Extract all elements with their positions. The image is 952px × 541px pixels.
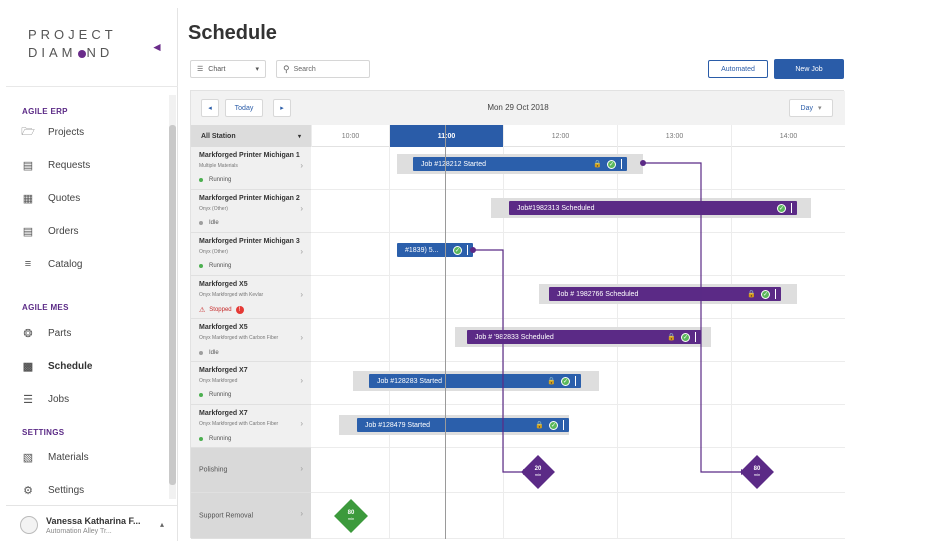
search-placeholder: Search <box>293 65 316 73</box>
folder-icon: 🗁 <box>21 125 35 138</box>
logo-text-a: DIAM <box>28 45 77 60</box>
caret-down-icon: ▾ <box>255 66 259 73</box>
milestone-diamond[interactable]: 80 min <box>740 455 774 489</box>
time-cell[interactable]: 13:00 <box>617 125 731 147</box>
current-time-line <box>445 125 446 539</box>
sidebar-item-label: Settings <box>48 484 85 496</box>
sidebar-item-label: Projects <box>48 126 85 138</box>
section-title-agile-mes: AGILE MES <box>22 303 69 312</box>
materials-icon: ▧ <box>22 451 34 464</box>
sidebar-item-quotes[interactable]: ▦ Quotes <box>22 187 162 209</box>
range-select-value: Day <box>800 104 813 112</box>
milestone-diamond[interactable]: 80 min <box>334 499 368 533</box>
time-cell[interactable]: 10:00 <box>311 125 389 147</box>
user-menu[interactable]: Vanessa Katharina F... Automation Alley … <box>6 505 178 541</box>
sidebar-item-orders[interactable]: ▤ Orders <box>22 220 162 242</box>
section-title-settings: SETTINGS <box>22 428 65 437</box>
sidebar-item-parts[interactable]: ❂ Parts <box>22 322 162 344</box>
milestone-unit: min <box>347 516 355 521</box>
list-icon: ☰ <box>197 66 204 73</box>
sidebar-item-requests[interactable]: ▤ Requests <box>22 154 162 176</box>
view-select[interactable]: ☰ Chart ▾ <box>190 60 266 78</box>
time-cell-current[interactable]: 11:00 <box>389 125 503 147</box>
sidebar-item-label: Jobs <box>48 393 70 405</box>
gear-icon: ⚙ <box>23 484 33 497</box>
sidebar-item-label: Parts <box>48 327 72 339</box>
sidebar-scrollbar[interactable] <box>169 95 176 499</box>
avatar <box>20 516 38 534</box>
time-cell[interactable]: 14:00 <box>731 125 845 147</box>
caret-down-icon: ▾ <box>817 105 822 112</box>
sidebar-item-label: Orders <box>48 225 79 237</box>
automated-button[interactable]: Automated <box>708 60 768 78</box>
logo-line-2: DIAM ND <box>28 44 138 62</box>
time-header: 10:00 11:00 12:00 13:00 14:00 <box>311 125 845 147</box>
sidebar-item-label: Schedule <box>48 360 93 372</box>
jobs-icon: ☰ <box>23 393 33 406</box>
milestone-unit: min <box>534 472 542 477</box>
sidebar-item-label: Quotes <box>48 192 81 204</box>
sidebar-item-label: Catalog <box>48 258 83 270</box>
current-date: Mon 29 Oct 2018 <box>487 103 549 112</box>
logo-text-b: ND <box>86 45 114 60</box>
sidebar-item-catalog[interactable]: ≡ Catalog <box>22 253 162 275</box>
section-title-agile-erp: AGILE ERP <box>22 107 68 116</box>
station-filter-value: All Station <box>201 132 236 140</box>
sidebar-item-materials[interactable]: ▧ Materials <box>22 446 162 468</box>
sidebar-item-settings[interactable]: ⚙ Settings <box>22 479 162 501</box>
chevron-up-icon[interactable]: ▴ <box>160 520 164 529</box>
app-logo[interactable]: PROJECT DIAM ND <box>28 26 138 62</box>
catalog-icon: ≡ <box>24 258 32 270</box>
calendar-icon: ▩ <box>22 360 34 373</box>
caret-down-icon: ▾ <box>297 133 301 140</box>
orders-icon: ▤ <box>22 225 34 238</box>
page-title: Schedule <box>188 22 277 44</box>
view-select-value: Chart <box>208 65 226 73</box>
milestone-diamond[interactable]: 20 min <box>521 455 555 489</box>
collapse-sidebar-icon[interactable]: ◄ <box>151 40 165 54</box>
new-job-button[interactable]: New Job <box>774 59 844 79</box>
user-name: Vanessa Katharina F... <box>46 516 141 526</box>
dependency-line <box>643 162 741 473</box>
parts-icon: ❂ <box>23 327 33 340</box>
scheduler-toolbar: ◂ Today ▸ Mon 29 Oct 2018 Day ▾ <box>191 91 845 125</box>
sidebar-item-label: Materials <box>48 451 89 463</box>
quote-icon: ▦ <box>22 192 34 205</box>
diamond-gem-icon <box>77 49 86 58</box>
range-select[interactable]: Day ▾ <box>789 99 833 117</box>
dependency-line <box>473 249 523 473</box>
schedule-rows: Markforged Printer Michigan 1 Multiple M… <box>191 147 845 539</box>
logo-line-1: PROJECT <box>28 27 117 42</box>
dependency-start <box>640 160 646 166</box>
search-icon: ⚲ <box>283 63 290 74</box>
sidebar-item-projects[interactable]: 🗁 Projects <box>21 121 162 143</box>
sidebar-nav: AGILE ERP 🗁 Projects ▤ Requests ▦ Quotes ▤ O… <box>6 86 178 506</box>
dependency-start <box>470 247 476 253</box>
scheduler: ◂ Today ▸ Mon 29 Oct 2018 Day ▾ All Stati… <box>190 90 845 539</box>
sidebar-item-jobs[interactable]: ☰ Jobs <box>22 388 162 410</box>
search-input[interactable]: ⚲ Search <box>276 60 370 78</box>
scrollbar-thumb[interactable] <box>169 125 176 485</box>
user-org: Automation Alley Tr... <box>46 528 112 535</box>
milestone-unit: min <box>753 472 761 477</box>
sidebar-item-label: Requests <box>48 159 91 171</box>
sidebar-item-schedule[interactable]: ▩ Schedule <box>22 355 162 377</box>
time-cell[interactable]: 12:00 <box>503 125 617 147</box>
request-icon: ▤ <box>22 159 34 172</box>
station-filter[interactable]: All Station ▾ <box>191 125 311 147</box>
sidebar: PROJECT DIAM ND ◄ AGILE ERP 🗁 Projects ▤ Re… <box>6 8 178 541</box>
